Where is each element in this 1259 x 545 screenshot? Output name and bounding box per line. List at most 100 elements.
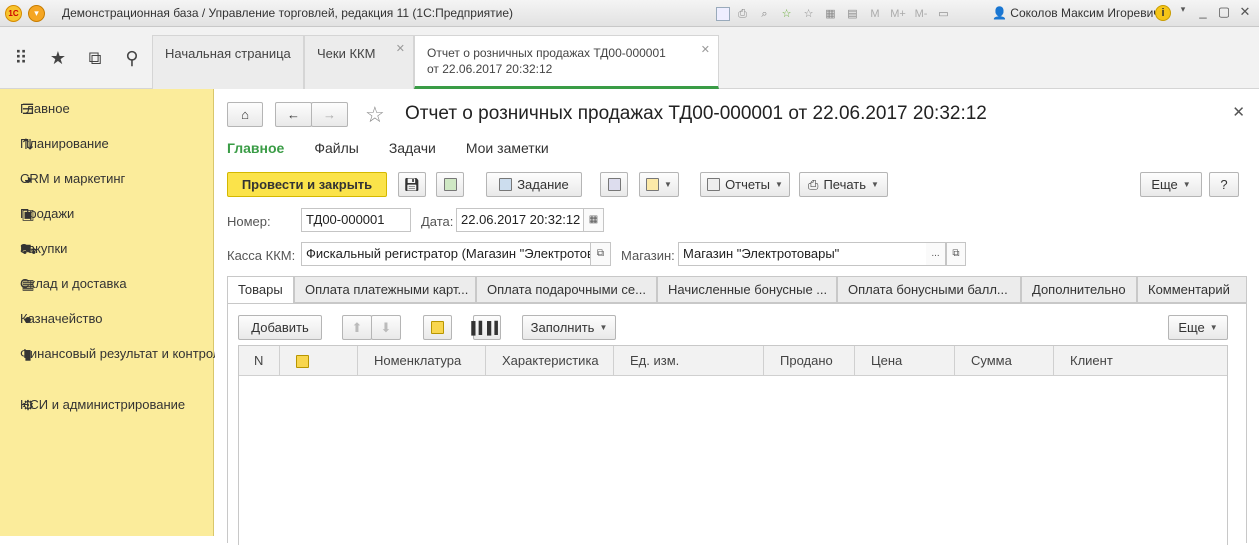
sections-grid-icon[interactable]: ⠿: [11, 48, 31, 68]
top-navigation: ⠿ ★ ⧉ ⚲ Начальная страница Чеки ККМ ✕ От…: [0, 27, 1259, 89]
sidebar-item-crm[interactable]: ◕ CRM и маркетинг: [20, 171, 125, 187]
column-header-sum[interactable]: Сумма: [955, 346, 1054, 376]
favorites-star-icon[interactable]: ★: [48, 48, 68, 68]
memory-minus-button[interactable]: M-: [911, 5, 931, 23]
favorite-add-icon[interactable]: ☆: [777, 5, 796, 23]
caret-down-icon: ▼: [599, 323, 608, 332]
store-select-button[interactable]: ...: [926, 242, 946, 266]
tab-retail-report[interactable]: Отчет о розничных продажах ТД00-000001 о…: [414, 35, 719, 89]
tab-kkm-receipts[interactable]: Чеки ККМ ✕: [304, 35, 414, 89]
column-header-price[interactable]: Цена: [855, 346, 955, 376]
sidebar-item-planning[interactable]: ⇅ Планирование: [20, 136, 109, 152]
window-icon[interactable]: ▭: [934, 5, 953, 23]
table-more-button[interactable]: Еще ▼: [1168, 315, 1228, 340]
store-label: Магазин:: [621, 248, 675, 263]
calendar-icon[interactable]: ▤: [843, 5, 862, 23]
document-list-button[interactable]: [600, 172, 628, 197]
doctab-bonus-accrued[interactable]: Начисленные бонусные ...: [657, 276, 837, 303]
sidebar-item-purchases[interactable]: ⛟ Закупки: [20, 241, 67, 257]
create-based-on-button[interactable]: ▼: [639, 172, 679, 197]
store-open-button[interactable]: ⧉: [946, 242, 966, 266]
back-button[interactable]: ←: [275, 102, 312, 127]
favorites-icon[interactable]: ☆: [799, 5, 818, 23]
doctab-comment[interactable]: Комментарий: [1137, 276, 1247, 303]
print-button[interactable]: ⎙ Печать ▼: [799, 172, 888, 197]
more-button[interactable]: Еще ▼: [1140, 172, 1202, 197]
close-form-icon[interactable]: ✕: [1232, 103, 1245, 121]
user-icon: 👤: [992, 6, 1007, 20]
sidebar-item-financial[interactable]: ▮ Финансовый результат и контроллинг: [20, 346, 247, 362]
column-header-n[interactable]: N: [239, 346, 280, 376]
save-button[interactable]: 💾︎: [398, 172, 426, 197]
info-icon[interactable]: i: [1155, 5, 1171, 21]
sidebar-item-label: Казначейство: [20, 311, 103, 326]
task-button[interactable]: Задание: [486, 172, 582, 197]
column-header-nomenclature[interactable]: Номенклатура: [358, 346, 486, 376]
section-tab-main[interactable]: Главное: [227, 140, 284, 156]
tab-home[interactable]: Начальная страница: [152, 35, 304, 89]
preview-icon[interactable]: ⌕: [755, 5, 774, 23]
sidebar-item-main[interactable]: ☰ Главное: [20, 101, 70, 117]
fill-button-label: Заполнить: [530, 320, 595, 335]
calculator-icon[interactable]: ▦: [821, 5, 840, 23]
post-and-close-button[interactable]: Провести и закрыть: [227, 172, 387, 197]
section-tab-files[interactable]: Файлы: [314, 140, 358, 156]
column-header-sold[interactable]: Продано: [764, 346, 855, 376]
calendar-picker-button[interactable]: ▦: [584, 208, 604, 232]
add-row-button[interactable]: Добавить: [238, 315, 322, 340]
sidebar-item-label: Финансовый результат и контроллинг: [20, 346, 248, 361]
table-more-label: Еще: [1178, 320, 1205, 335]
section-tab-tasks[interactable]: Задачи: [389, 140, 436, 156]
column-header-characteristic[interactable]: Характеристика: [486, 346, 614, 376]
close-tab-icon[interactable]: ✕: [701, 42, 710, 58]
column-header-client[interactable]: Клиент: [1054, 346, 1227, 376]
pick-goods-button[interactable]: [423, 315, 452, 340]
arrow-up-icon: ⬆: [351, 319, 363, 335]
close-tab-icon[interactable]: ✕: [396, 42, 405, 55]
main-menu-button[interactable]: ▾: [28, 5, 45, 22]
sidebar-item-warehouse[interactable]: ▦ Склад и доставка: [20, 276, 127, 292]
move-down-button[interactable]: ⬇: [371, 315, 401, 340]
history-icon[interactable]: ⧉: [85, 48, 105, 68]
section-tab-notes[interactable]: Мои заметки: [466, 140, 549, 156]
doctab-additional[interactable]: Дополнительно: [1021, 276, 1137, 303]
column-header-unit[interactable]: Ед. изм.: [614, 346, 764, 376]
doctab-gift-payments[interactable]: Оплата подарочными се...: [476, 276, 657, 303]
column-header-picture[interactable]: [280, 346, 358, 376]
print-icon[interactable]: ⎙: [733, 5, 752, 23]
home-button[interactable]: ⌂: [227, 102, 263, 127]
fill-button[interactable]: Заполнить ▼: [522, 315, 616, 340]
maximize-icon[interactable]: ▢: [1217, 4, 1231, 20]
link-icon[interactable]: [716, 7, 730, 21]
reports-button[interactable]: Отчеты ▼: [700, 172, 790, 197]
doctab-goods[interactable]: Товары: [227, 276, 294, 304]
memory-m-button[interactable]: M: [865, 5, 885, 23]
date-field[interactable]: 22.06.2017 20:32:12: [456, 208, 584, 232]
sidebar-item-sales[interactable]: ▣ Продажи: [20, 206, 74, 222]
post-button[interactable]: [436, 172, 464, 197]
memory-plus-button[interactable]: M+: [888, 5, 908, 23]
sidebar-item-treasury[interactable]: ● Казначейство: [20, 311, 102, 327]
goods-table[interactable]: N Номенклатура Характеристика Ед. изм. П…: [238, 345, 1228, 545]
kassa-open-button[interactable]: ⧉: [591, 242, 611, 266]
minimize-icon[interactable]: _: [1196, 4, 1210, 19]
forward-button[interactable]: →: [311, 102, 348, 127]
close-window-icon[interactable]: ✕: [1238, 4, 1252, 20]
sidebar-item-label: Продажи: [20, 206, 75, 221]
sidebar-item-admin[interactable]: ⚙ НСИ и администрирование: [20, 397, 185, 413]
caret-down-icon: ▼: [1182, 180, 1191, 189]
search-icon[interactable]: ⚲: [122, 48, 142, 68]
user-name[interactable]: 👤 Соколов Максим Игоревич: [992, 6, 1160, 20]
store-field[interactable]: Магазин "Электротовары": [678, 242, 928, 266]
doctab-card-payments[interactable]: Оплата платежными карт...: [294, 276, 476, 303]
dropdown-icon[interactable]: ▾: [1176, 4, 1190, 15]
barcode-button[interactable]: ▌▍▌▍: [471, 315, 504, 340]
table-header: N Номенклатура Характеристика Ед. изм. П…: [239, 346, 1227, 376]
favorite-star-icon[interactable]: ☆: [365, 102, 385, 128]
move-up-button[interactable]: ⬆: [342, 315, 372, 340]
kassa-field[interactable]: Фискальный регистратор (Магазин "Электро…: [301, 242, 591, 266]
help-button[interactable]: ?: [1209, 172, 1239, 197]
task-icon: [499, 178, 513, 191]
number-field[interactable]: ТД00-000001: [301, 208, 411, 232]
doctab-bonus-payments[interactable]: Оплата бонусными балл...: [837, 276, 1021, 303]
